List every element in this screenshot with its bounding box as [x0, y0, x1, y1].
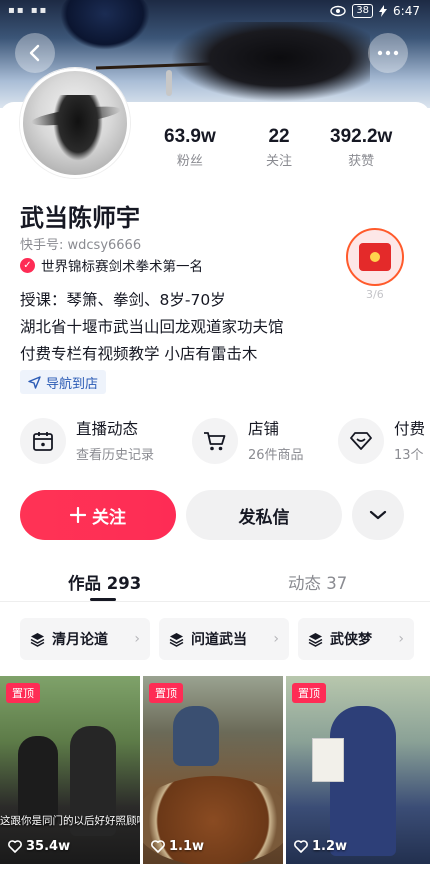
- layers-icon: [308, 632, 323, 647]
- stat-likes[interactable]: 392.2w 获赞: [330, 126, 392, 169]
- bio-line: 湖北省十堰市武当山回龙观道家功夫馆: [20, 318, 284, 336]
- service-store[interactable]: 店铺 26件商品: [192, 418, 304, 464]
- diamond-icon: [338, 418, 384, 464]
- pinned-badge: 置顶: [6, 683, 40, 703]
- avatar[interactable]: [20, 68, 130, 178]
- service-subtitle: 26件商品: [248, 448, 304, 463]
- message-label: 发私信: [238, 507, 290, 528]
- bio-line: 付费专栏有视频教学 小店有雷击木: [20, 345, 258, 363]
- plus-icon: [70, 507, 86, 523]
- like-count: 35.4w: [8, 839, 70, 854]
- chevron-down-icon: [369, 510, 387, 520]
- service-live-history[interactable]: 直播动态 查看历史记录: [20, 418, 154, 464]
- service-paid[interactable]: 付费 13个: [338, 418, 425, 464]
- avatar-figure: [53, 95, 103, 161]
- title-badge-text: 世界锦标赛剑术拳术第一名: [41, 259, 203, 275]
- red-envelope-button[interactable]: [346, 228, 404, 286]
- navigate-label: 导航到店: [46, 376, 99, 392]
- stat-fans[interactable]: 63.9w 粉丝: [164, 126, 216, 169]
- collection-item[interactable]: 清月论道 ›: [20, 618, 150, 660]
- red-envelope-count: 3/6: [366, 288, 384, 301]
- collection-label: 清月论道: [52, 632, 108, 648]
- chevron-right-icon: ›: [134, 631, 140, 647]
- title-badge[interactable]: ✓ 世界锦标赛剑术拳术第一名: [20, 255, 203, 275]
- heart-icon: [294, 840, 308, 853]
- heart-icon: [151, 840, 165, 853]
- like-count: 1.2w: [294, 839, 347, 854]
- layers-icon: [169, 632, 184, 647]
- message-button[interactable]: 发私信: [186, 490, 342, 540]
- like-count: 1.1w: [151, 839, 204, 854]
- stat-label: 关注: [266, 154, 293, 169]
- chevron-right-icon: ›: [273, 631, 279, 647]
- video-thumbnail[interactable]: 置顶 1.1w: [143, 676, 283, 864]
- verified-icon: ✓: [20, 257, 35, 273]
- status-bar: ▪▪ ▪▪ 38 6:47: [0, 0, 430, 24]
- video-thumbnail[interactable]: 置顶 1.2w: [286, 676, 430, 864]
- stat-label: 获赞: [348, 154, 375, 169]
- service-title: 直播动态: [76, 420, 139, 438]
- navigation-arrow-icon: [28, 375, 41, 389]
- stat-value: 22: [268, 126, 290, 147]
- stat-label: 粉丝: [176, 154, 203, 169]
- charging-icon: [379, 5, 388, 17]
- service-title: 付费: [394, 420, 426, 438]
- bio: 授课：琴箫、拳剑、8岁-70岁 湖北省十堰市武当山回龙观道家功夫馆 付费专栏有视…: [20, 287, 284, 368]
- more-actions-button[interactable]: [352, 490, 404, 540]
- cart-icon: [192, 418, 238, 464]
- calendar-icon: [20, 418, 66, 464]
- back-button[interactable]: [15, 33, 55, 73]
- follow-button[interactable]: 关注: [20, 490, 176, 540]
- like-count-value: 1.1w: [169, 839, 205, 854]
- navigate-to-store-button[interactable]: 导航到店: [20, 370, 107, 394]
- status-left-icons: ▪▪ ▪▪: [8, 5, 49, 16]
- video-thumbnail[interactable]: 置顶 这跟你是同门的以后好好照顾啊 35.4w: [0, 676, 140, 864]
- banner-figure-martial-artist: [170, 22, 370, 102]
- stat-following[interactable]: 22 关注: [266, 126, 292, 169]
- chevron-right-icon: ›: [398, 631, 404, 647]
- video-caption: 这跟你是同门的以后好好照顾啊: [0, 815, 140, 827]
- content-tabs: 作品 293 动态 37: [0, 560, 430, 602]
- layers-icon: [30, 632, 45, 647]
- pinned-badge: 置顶: [292, 683, 326, 703]
- like-count-value: 35.4w: [26, 839, 71, 854]
- battery-indicator: 38: [352, 4, 374, 18]
- tab-works[interactable]: 作品 293: [68, 570, 141, 594]
- kuaishou-id[interactable]: 快手号: wdcsy6666: [20, 234, 141, 253]
- tab-moments[interactable]: 动态 37: [288, 570, 347, 594]
- active-tab-indicator: [90, 598, 116, 601]
- thumbnail-person: [173, 706, 219, 766]
- eye-icon: [330, 5, 347, 17]
- bio-line: 授课：琴箫、拳剑、8岁-70岁: [20, 291, 226, 309]
- thumbnail-book: [312, 738, 344, 782]
- collection-item[interactable]: 问道武当 ›: [159, 618, 289, 660]
- service-subtitle: 13个: [394, 448, 424, 463]
- more-button[interactable]: [368, 33, 408, 73]
- like-count-value: 1.2w: [312, 839, 348, 854]
- chevron-left-icon: [29, 44, 40, 62]
- more-dots-icon: [377, 50, 399, 56]
- collection-label: 武侠梦: [330, 632, 372, 648]
- service-subtitle: 查看历史记录: [76, 448, 155, 463]
- status-right: 38 6:47: [330, 4, 420, 18]
- collection-item[interactable]: 武侠梦 ›: [298, 618, 414, 660]
- profile-name: 武当陈师宇: [20, 204, 140, 232]
- pinned-badge: 置顶: [149, 683, 183, 703]
- heart-icon: [8, 840, 22, 853]
- stat-value: 63.9w: [164, 126, 216, 147]
- clock: 6:47: [393, 4, 420, 18]
- red-envelope-icon: [359, 243, 391, 271]
- service-title: 店铺: [248, 420, 280, 438]
- follow-label: 关注: [92, 507, 126, 528]
- collection-label: 问道武当: [191, 632, 247, 648]
- stat-value: 392.2w: [330, 126, 393, 147]
